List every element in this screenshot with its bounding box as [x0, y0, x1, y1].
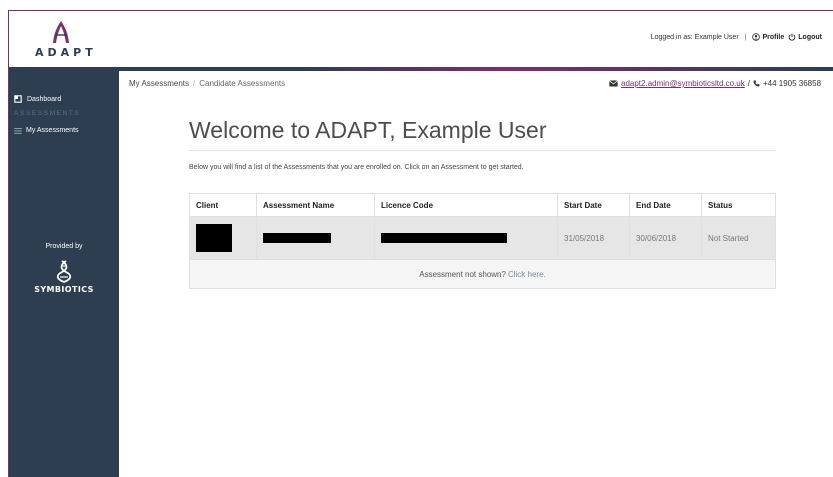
title-divider: [189, 150, 776, 151]
column-header-client: Client: [190, 194, 257, 216]
column-header-status: Status: [708, 200, 733, 210]
sidebar-item-label: My Assessments: [26, 127, 79, 134]
provider-name: SYMBIOTICS: [34, 285, 94, 294]
contact-info: adapt2.admin@symbioticsltd.co.uk / +44 1…: [609, 79, 821, 88]
assessment-not-shown-text: Assessment not shown?: [419, 269, 506, 279]
column-header-start-date: Start Date: [558, 194, 630, 216]
column-header-assessment-name: Assessment Name: [257, 194, 375, 216]
sidebar-section-heading: ASSESSMENTS: [14, 110, 81, 117]
sidebar-item-my-assessments[interactable]: My Assessments: [14, 127, 79, 134]
phone-icon: [753, 80, 760, 87]
logged-in-text: Logged in as: Example User: [650, 33, 739, 41]
top-header: ADAPT Logged in as: Example User | Profi…: [9, 11, 833, 67]
header-separator: |: [744, 33, 747, 41]
click-here-link[interactable]: Click here.: [508, 270, 546, 279]
cell-assessment-name: [257, 217, 375, 259]
cell-end-date: 30/06/2018: [630, 217, 702, 259]
table-footer: Assessment not shown? Click here.: [190, 259, 775, 288]
logo-text: ADAPT: [35, 46, 97, 59]
symbiotics-logo-icon: [56, 260, 72, 283]
table-row[interactable]: 31/05/2018 30/06/2018 Not Started: [190, 217, 775, 259]
profile-link[interactable]: Profile: [752, 33, 784, 41]
assessments-table: Client Assessment Name Licence Code Star…: [189, 193, 776, 289]
app-frame: ADAPT Logged in as: Example User | Profi…: [8, 10, 833, 477]
intro-text: Below you will find a list of the Assess…: [189, 164, 524, 171]
sidebar-item-label: Dashboard: [27, 95, 62, 103]
cell-client: [190, 217, 257, 259]
logout-link[interactable]: Logout: [788, 33, 822, 41]
user-icon: [752, 33, 761, 41]
redacted-client-logo: [196, 224, 232, 252]
contact-separator: /: [747, 79, 750, 88]
breadcrumb: My Assessments / Candidate Assessments: [129, 79, 285, 88]
contact-email-link[interactable]: adapt2.admin@symbioticsltd.co.uk: [621, 79, 745, 88]
envelope-icon: [609, 80, 618, 87]
cell-licence-code: [375, 217, 558, 259]
column-header-licence-code: Licence Code: [375, 194, 558, 216]
profile-label: Profile: [762, 33, 785, 41]
adapt-logo-icon: [53, 21, 69, 43]
breadcrumb-current: Candidate Assessments: [199, 79, 286, 88]
table-header-row: Client Assessment Name Licence Code Star…: [190, 194, 775, 217]
dashboard-icon: [14, 95, 22, 103]
cell-start-date: 31/05/2018: [558, 217, 630, 259]
column-header-end-date: End Date: [630, 194, 702, 216]
redacted-assessment-name: [263, 233, 331, 243]
page-title: Welcome to ADAPT, Example User: [189, 117, 547, 143]
adapt-logo[interactable]: ADAPT: [31, 19, 97, 63]
list-icon: [14, 127, 22, 134]
cell-status: Not Started: [708, 233, 749, 243]
power-icon: [788, 33, 796, 41]
redacted-licence-code: [381, 233, 507, 243]
breadcrumb-link-my-assessments[interactable]: My Assessments: [129, 79, 189, 88]
logout-label: Logout: [798, 33, 822, 41]
sidebar: Dashboard ASSESSMENTS My Assessments Pro…: [9, 71, 119, 477]
contact-phone: +44 1905 36858: [762, 79, 822, 88]
header-accent-bar: [9, 67, 833, 71]
header-user-area: Logged in as: Example User | Profile Log…: [651, 33, 822, 41]
breadcrumb-separator: /: [193, 79, 196, 88]
sidebar-item-dashboard[interactable]: Dashboard: [14, 95, 61, 103]
provided-by-label: Provided by: [45, 243, 83, 250]
